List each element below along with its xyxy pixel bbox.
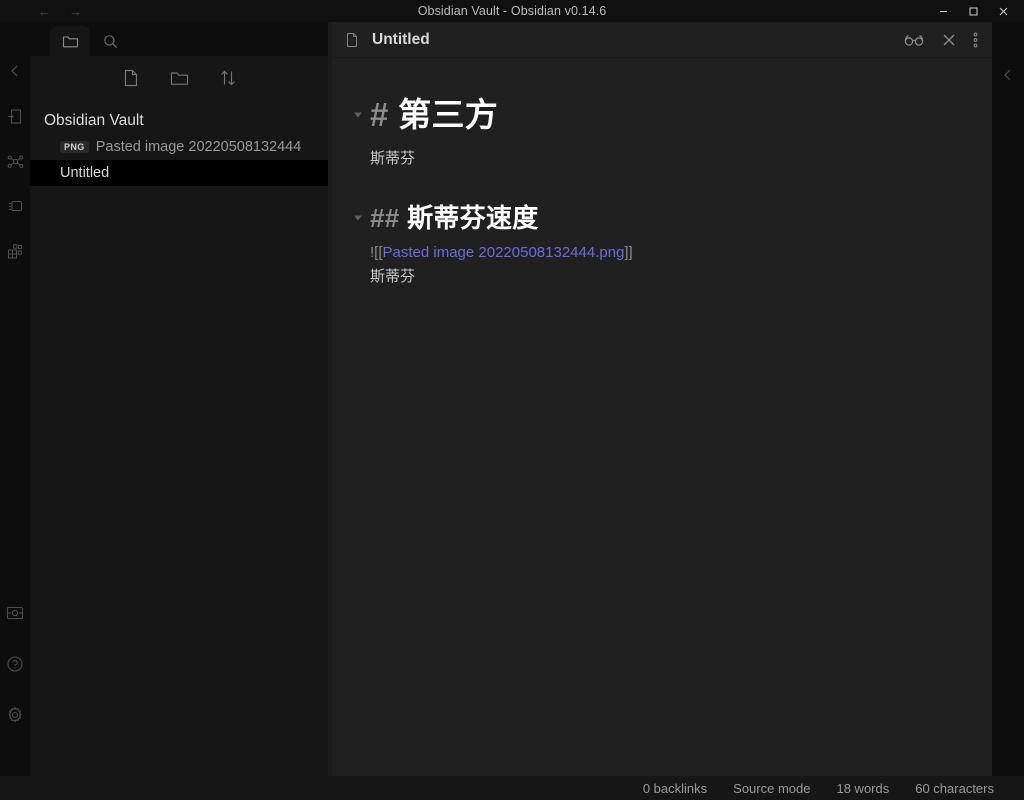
tab-file-explorer[interactable] (50, 26, 90, 56)
fold-arrow-icon[interactable] (354, 215, 362, 221)
list-item[interactable]: PNG Pasted image 20220508132444 (30, 134, 328, 160)
vault-name[interactable]: Obsidian Vault (30, 108, 328, 134)
fold-arrow-icon[interactable] (354, 112, 362, 118)
word-count[interactable]: 18 words (836, 781, 889, 796)
character-count[interactable]: 60 characters (915, 781, 994, 796)
embed-line: ![[Pasted image 20220508132444.png]] (332, 241, 992, 265)
explorer-toolbar (30, 56, 328, 94)
close-icon[interactable] (941, 32, 957, 48)
list-item[interactable]: Untitled (30, 160, 328, 186)
paragraph-line: 斯蒂芬 (332, 265, 992, 289)
graph-view-icon[interactable] (4, 150, 26, 172)
heading-1: # 第三方 (370, 94, 992, 135)
heading-1-text: 第三方 (398, 96, 499, 133)
obsidian-window: ← → Obsidian Vault - Obsidian v0.14.6 Ob… (0, 0, 1024, 800)
embed-link[interactable]: Pasted image 20220508132444.png (383, 244, 625, 261)
page-title: Untitled (372, 30, 430, 48)
editor-mode[interactable]: Source mode (733, 781, 810, 796)
sidebar-tab-bar (30, 22, 328, 56)
canvas-icon[interactable] (4, 195, 26, 217)
embed-prefix: ![[ (370, 244, 383, 262)
file-label: Pasted image 20220508132444 (95, 139, 302, 155)
embed-link-row: ![[Pasted image 20220508132444.png]] (370, 241, 992, 265)
note-content[interactable]: # 第三方 斯蒂芬 ## 斯蒂芬速度 ![[Pasted image 20220… (332, 58, 992, 290)
note-file-icon (344, 32, 360, 48)
note-actions (903, 31, 978, 49)
note-header: Untitled (332, 22, 992, 58)
paragraph-line: 斯蒂芬 (332, 147, 992, 171)
plugins-grid-icon[interactable] (4, 240, 26, 262)
new-folder-button[interactable] (169, 68, 190, 89)
vault-switcher-icon[interactable] (4, 602, 26, 624)
minimize-icon[interactable] (928, 0, 958, 22)
heading-2-line: ## 斯蒂芬速度 (332, 202, 992, 235)
embed-suffix: ]] (624, 244, 633, 262)
status-bar: 0 backlinks Source mode 18 words 60 char… (0, 776, 1024, 800)
open-note-icon[interactable] (4, 105, 26, 127)
navigation-arrows: ← → (38, 5, 82, 18)
back-arrow-icon[interactable]: ← (38, 5, 51, 18)
more-options-icon[interactable] (973, 31, 978, 49)
heading-2: ## 斯蒂芬速度 (370, 202, 992, 235)
expand-right-sidebar-icon[interactable] (997, 64, 1019, 86)
reading-view-icon[interactable] (903, 32, 925, 48)
close-window-icon[interactable] (988, 0, 1018, 22)
new-note-button[interactable] (121, 68, 141, 88)
forward-arrow-icon[interactable]: → (69, 5, 82, 18)
heading-1-mark: # (370, 96, 389, 133)
left-ribbon (0, 22, 30, 800)
ribbon-bottom-group (4, 602, 26, 726)
editor-pane: Untitled # 第三方 斯蒂芬 ## 斯蒂芬速度 ![[Pasted im… (332, 22, 992, 776)
file-label: Untitled (60, 165, 110, 181)
settings-icon[interactable] (4, 704, 26, 726)
title-bar: ← → Obsidian Vault - Obsidian v0.14.6 (0, 0, 1024, 22)
window-title: Obsidian Vault - Obsidian v0.14.6 (417, 4, 607, 18)
sort-button[interactable] (218, 68, 238, 88)
maximize-icon[interactable] (958, 0, 988, 22)
right-sidebar-collapsed (992, 22, 1024, 776)
ribbon-top-group (4, 60, 26, 262)
backlinks-count[interactable]: 0 backlinks (643, 781, 707, 796)
help-icon[interactable] (4, 653, 26, 675)
file-tree: Obsidian Vault PNG Pasted image 20220508… (30, 94, 328, 186)
paragraph-2: 斯蒂芬 (370, 268, 416, 286)
paragraph-1: 斯蒂芬 (370, 150, 416, 168)
heading-2-text: 斯蒂芬速度 (407, 202, 539, 233)
heading-2-mark: ## (370, 202, 400, 233)
left-sidebar: Obsidian Vault PNG Pasted image 20220508… (30, 22, 328, 776)
png-badge: PNG (60, 140, 89, 154)
window-controls (928, 0, 1018, 22)
collapse-sidebar-icon[interactable] (4, 60, 26, 82)
heading-1-line: # 第三方 (332, 94, 992, 135)
tab-search[interactable] (90, 26, 130, 56)
